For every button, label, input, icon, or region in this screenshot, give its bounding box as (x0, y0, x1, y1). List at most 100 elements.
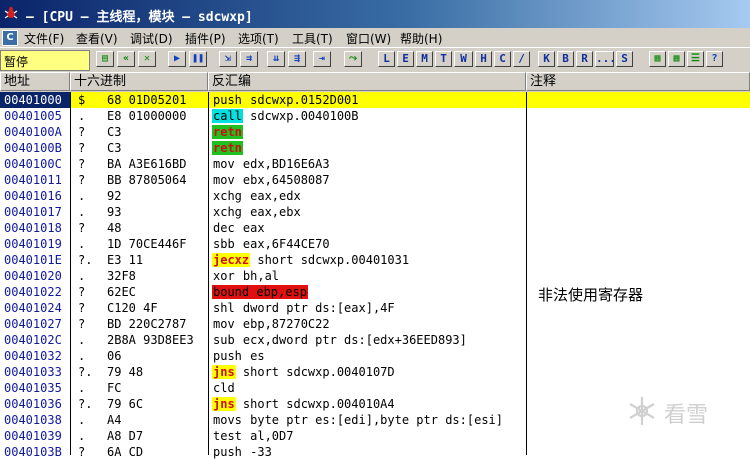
row-hex: 93 (107, 205, 122, 219)
status-indicator: 暂停 (0, 50, 90, 71)
row-marker: $ (78, 93, 86, 107)
row-address: 0040101E (4, 253, 62, 267)
trace-over-icon[interactable]: ⇶ (288, 51, 306, 67)
bug-icon (4, 7, 18, 19)
row-disasm: mov ebx,64508087 (212, 172, 330, 188)
grid-icon[interactable]: ▦ (649, 51, 666, 67)
header-hex[interactable]: 十六进制 (70, 72, 208, 91)
table-row[interactable]: 00401032. 06 push es (0, 348, 750, 364)
row-mnemonic: shl (213, 301, 235, 315)
row-mnemonic: mov (213, 317, 235, 331)
table-row[interactable]: 0040102C. 2B8A 93D8EE3 sub ecx,dword ptr d… (0, 332, 750, 348)
cpu-button[interactable]: C (494, 51, 511, 67)
row-marker: ?. (78, 397, 93, 411)
row-marker: . (78, 205, 86, 219)
step-over-icon[interactable]: ⇉ (240, 51, 258, 67)
row-disasm: jns short sdcwxp.0040107D (212, 364, 395, 380)
run-icon[interactable]: ▶ (168, 51, 186, 67)
row-mnemonic: bound ebp,esp (212, 285, 308, 299)
menu-window[interactable]: 窗口(W) (346, 30, 391, 47)
cpu-window-icon[interactable]: C (2, 30, 18, 46)
row-disasm: dec eax (212, 220, 265, 236)
title-bar: – [CPU – 主线程，模块 – sdcwxp] (0, 0, 750, 28)
log-window-button[interactable]: L (378, 51, 395, 67)
table-row[interactable]: 0040100C? BA A3E616BD mov edx,BD16E6A3 (0, 156, 750, 172)
handles-button[interactable]: H (475, 51, 492, 67)
table-row[interactable]: 0040101E?. E3 11 jecxz short sdcwxp.004010… (0, 252, 750, 268)
table-row[interactable]: 00401027? BD 220C2787 mov ebp,87270C22 (0, 316, 750, 332)
comment-illegal-register: 非法使用寄存器 (538, 286, 644, 304)
windows-button[interactable]: W (454, 51, 473, 67)
column-headers: 地址 十六进制 反汇编 注释 (0, 72, 750, 92)
row-disasm: xor bh,al (212, 268, 279, 284)
table-row[interactable]: 00401018? 48 dec eax (0, 220, 750, 236)
executable-modules-button[interactable]: E (397, 51, 414, 67)
menu-view[interactable]: 查看(V) (76, 30, 118, 47)
row-mnemonic: mov (213, 173, 235, 187)
pause-icon[interactable]: ❚❚ (189, 51, 207, 67)
list-icon[interactable]: ☰ (687, 51, 704, 67)
row-operands: byte ptr es:[edi],byte ptr ds:[esi] (242, 413, 503, 427)
open-icon[interactable]: ▤ (96, 51, 114, 67)
menu-help[interactable]: 帮助(H) (400, 30, 442, 47)
execute-till-return-icon[interactable]: ⇥ (313, 51, 331, 67)
table-row[interactable]: 00401033?. 79 48 jns short sdcwxp.0040107D (0, 364, 750, 380)
row-address: 00401005 (4, 109, 62, 123)
header-disasm[interactable]: 反汇编 (208, 72, 526, 91)
header-address[interactable]: 地址 (0, 72, 70, 91)
breakpoints-button[interactable]: B (557, 51, 574, 67)
call-stack-button[interactable]: K (538, 51, 555, 67)
table-row[interactable]: 00401039. A8 D7 test al,0D7 (0, 428, 750, 444)
memory-map-button[interactable]: M (416, 51, 433, 67)
menu-options[interactable]: 选项(T) (238, 30, 279, 47)
row-operands: eax,ebx (242, 205, 301, 219)
row-mnemonic: mov (213, 157, 235, 171)
references-button[interactable]: R (576, 51, 593, 67)
row-operands: sdcwxp.0040100B (242, 109, 359, 123)
row-address: 0040103B (4, 445, 62, 459)
header-comment[interactable]: 注释 (526, 72, 750, 91)
row-marker: ? (78, 301, 86, 315)
options-grid-icon[interactable]: ▦ (668, 51, 685, 67)
row-operands: ebx,64508087 (235, 173, 330, 187)
row-marker: ?. (78, 365, 93, 379)
menu-debug[interactable]: 调试(D) (130, 30, 173, 47)
column-divider (70, 92, 71, 455)
row-mnemonic: movs (213, 413, 242, 427)
goto-icon[interactable]: ⤳ (344, 51, 362, 67)
table-row[interactable]: 00401011? BB 87805064 mov ebx,64508087 (0, 172, 750, 188)
table-row[interactable]: 00401020. 32F8 xor bh,al (0, 268, 750, 284)
row-mnemonic: retn (212, 125, 243, 139)
threads-button[interactable]: T (435, 51, 452, 67)
row-disasm: jecxz short sdcwxp.00401031 (212, 252, 409, 268)
snowflake-icon (629, 397, 655, 425)
row-mnemonic: jecxz (212, 253, 251, 267)
row-operands: al,0D7 (242, 429, 294, 443)
restart-icon[interactable]: « (117, 51, 135, 67)
menu-plugins[interactable]: 插件(P) (185, 30, 226, 47)
menu-file[interactable]: 文件(F) (24, 30, 64, 47)
column-divider (208, 92, 209, 455)
menu-tools[interactable]: 工具(T) (292, 30, 333, 47)
table-row[interactable]: 00401000 $68 01D05201 push sdcwxp.0152D001 (0, 92, 750, 108)
trace-into-icon[interactable]: ⇊ (267, 51, 285, 67)
close-icon[interactable]: ✕ (138, 51, 156, 67)
source-button[interactable]: S (616, 51, 633, 67)
help-icon[interactable]: ? (706, 51, 723, 67)
table-row[interactable]: 00401005. E8 01000000 call sdcwxp.0040100B (0, 108, 750, 124)
row-hex: C3 (107, 125, 122, 139)
row-disasm: call sdcwxp.0040100B (212, 108, 359, 124)
table-row[interactable]: 0040100B? C3 retn (0, 140, 750, 156)
step-into-icon[interactable]: ⇲ (219, 51, 237, 67)
row-marker: ? (78, 445, 86, 459)
table-row[interactable]: 0040100A? C3 retn (0, 124, 750, 140)
table-row[interactable]: 00401019. 1D 70CE446F sbb eax,6F44CE70 (0, 236, 750, 252)
toolbar: 暂停 ▤ « ✕ ▶ ❚❚ ⇲ ⇉ ⇊ ⇶ ⇥ ⤳ L E M T W H C … (0, 47, 750, 73)
row-hex: C3 (107, 141, 122, 155)
table-row[interactable]: 0040103B? 6A CD push -33 (0, 444, 750, 460)
table-row[interactable]: 00401016. 92 xchg eax,edx (0, 188, 750, 204)
row-operands: eax,6F44CE70 (235, 237, 330, 251)
table-row[interactable]: 00401017. 93 xchg eax,ebx (0, 204, 750, 220)
run-trace-button[interactable]: ... (595, 51, 616, 67)
patches-button[interactable]: / (513, 51, 530, 67)
